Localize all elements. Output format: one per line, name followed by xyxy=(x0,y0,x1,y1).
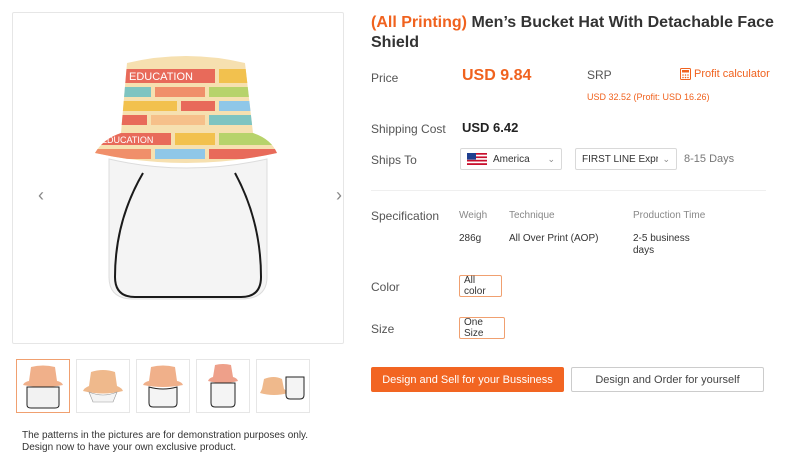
thumbnail-image xyxy=(208,364,238,408)
us-flag-icon xyxy=(467,153,487,165)
thumbnail-3[interactable] xyxy=(136,359,190,413)
thumbnail-image xyxy=(260,376,305,400)
production-time-label: Production Time xyxy=(633,210,706,221)
production-time-value: 2-5 business days xyxy=(633,233,690,257)
color-label: Color xyxy=(371,280,400,294)
thumbnail-image xyxy=(83,370,123,403)
disclaimer-text: The patterns in the pictures are for dem… xyxy=(22,430,308,454)
srp-detail: USD 32.52 (Profit: USD 16.26) xyxy=(587,92,710,102)
delivery-days: 8-15 Days xyxy=(684,153,735,165)
chevron-down-icon: ⌄ xyxy=(547,154,555,164)
ships-to-label: Ships To xyxy=(371,153,417,167)
shipping-cost-value: USD 6.42 xyxy=(462,120,519,135)
thumbnail-image xyxy=(23,365,63,409)
size-option-one-size[interactable]: One Size xyxy=(459,317,505,339)
shipping-cost-label: Shipping Cost xyxy=(371,122,446,136)
disclaimer-line-1: The patterns in the pictures are for dem… xyxy=(22,430,309,441)
gallery-prev-button[interactable]: ‹ xyxy=(31,185,51,205)
srp-label: SRP xyxy=(587,68,612,82)
shipping-method-select[interactable]: FIRST LINE Express ⌄ xyxy=(575,148,677,170)
price-label: Price xyxy=(371,71,399,85)
svg-text:EDUCATION: EDUCATION xyxy=(129,71,193,83)
product-image-gallery: ‹ EDUCATION EDUCATION › xyxy=(12,12,344,344)
technique-label: Technique xyxy=(509,210,555,221)
profit-calculator-link[interactable]: Profit calculator xyxy=(680,68,770,80)
product-main-image: EDUCATION EDUCATION xyxy=(95,56,277,300)
production-time-line-1: 2-5 business xyxy=(633,233,690,244)
weight-value: 286g xyxy=(459,233,482,244)
calculator-icon xyxy=(680,68,691,80)
thumbnail-image xyxy=(143,365,183,408)
design-and-order-button[interactable]: Design and Order for yourself xyxy=(571,367,764,392)
shipping-method-value: FIRST LINE Express xyxy=(582,153,658,165)
gallery-next-button[interactable]: › xyxy=(329,185,349,205)
thumbnail-1[interactable] xyxy=(16,359,70,413)
price-value: USD 9.84 xyxy=(462,67,532,84)
disclaimer-line-2: Design now to have your own exclusive pr… xyxy=(22,442,237,453)
production-time-line-2: days xyxy=(633,245,655,256)
design-and-sell-button[interactable]: Design and Sell for your Bussiness xyxy=(371,367,564,392)
chevron-down-icon: ⌄ xyxy=(662,154,670,164)
product-title: (All Printing) Men’s Bucket Hat With Det… xyxy=(371,13,781,53)
country-select[interactable]: America ⌄ xyxy=(460,148,562,170)
thumbnail-4[interactable] xyxy=(196,359,250,413)
section-divider xyxy=(371,190,766,191)
product-title-tag: (All Printing) xyxy=(371,14,467,31)
country-value: America xyxy=(493,153,530,165)
size-label: Size xyxy=(371,322,395,336)
chevron-right-icon: › xyxy=(336,184,342,205)
profit-calculator-label: Profit calculator xyxy=(694,68,770,80)
chevron-left-icon: ‹ xyxy=(38,184,44,205)
color-option-all[interactable]: All color xyxy=(459,275,502,297)
specification-label: Specification xyxy=(371,209,440,223)
weight-label: Weigh xyxy=(459,210,488,221)
thumbnail-5[interactable] xyxy=(256,359,310,413)
svg-text:EDUCATION: EDUCATION xyxy=(101,135,153,145)
technique-value: All Over Print (AOP) xyxy=(509,233,599,244)
thumbnail-strip xyxy=(16,359,310,413)
thumbnail-2[interactable] xyxy=(76,359,130,413)
